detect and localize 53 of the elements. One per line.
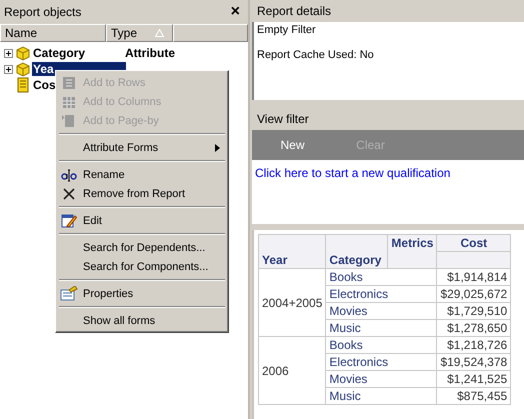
- cube-icon: [15, 45, 31, 61]
- metric-icon: [15, 77, 31, 93]
- column-header[interactable]: Type: [106, 24, 173, 42]
- edit-icon: [61, 213, 77, 228]
- properties-icon: [60, 286, 78, 301]
- row-header: Category: [326, 234, 388, 268]
- table-cell: $1,241,525: [436, 370, 511, 388]
- table-cell: $19,524,378: [436, 354, 511, 370]
- menu-item[interactable]: Rename: [58, 165, 226, 184]
- table-cell: 2006: [258, 336, 326, 404]
- table-cell: 2004+2005: [258, 268, 326, 336]
- cube-icon: [15, 61, 31, 77]
- table-cell: $29,025,672: [436, 286, 511, 302]
- menu-item[interactable]: Remove from Report: [58, 184, 226, 203]
- grid-icon: [62, 76, 76, 90]
- table-icon: [62, 94, 76, 108]
- toolbar-button[interactable]: New: [255, 138, 330, 152]
- menu-item[interactable]: Attribute Forms: [58, 138, 226, 157]
- menu-item[interactable]: Properties: [58, 284, 226, 303]
- table-cell: Movies: [326, 370, 437, 388]
- panel-title: View filter: [257, 112, 309, 126]
- panel-title: Report details: [257, 4, 332, 18]
- expand-icon[interactable]: [4, 64, 13, 74]
- menu-item[interactable]: Search for Dependents...: [58, 238, 226, 257]
- table-cell: Books: [326, 336, 437, 354]
- page-icon: [62, 114, 76, 128]
- table-cell: Electronics: [326, 354, 437, 370]
- table-cell: Books: [326, 268, 437, 286]
- close-icon: [63, 188, 75, 200]
- qualification-link[interactable]: Click here to start a new qualification: [255, 166, 450, 180]
- table-cell: $1,218,726: [436, 336, 511, 354]
- column-header[interactable]: Name: [0, 24, 106, 42]
- rename-icon: [61, 168, 77, 182]
- table-cell: Movies: [326, 302, 437, 320]
- menu-item[interactable]: Edit: [58, 211, 226, 230]
- table-cell: Music: [326, 388, 437, 404]
- details-text: Report Cache Used: No: [257, 49, 375, 61]
- tree-item[interactable]: Category Attribute: [32, 46, 190, 60]
- table-cell: Music: [326, 320, 437, 336]
- expand-icon[interactable]: [4, 48, 13, 58]
- table-cell: Electronics: [326, 286, 437, 302]
- table-cell: $1,278,650: [436, 320, 511, 336]
- column-header: Cost: [436, 234, 511, 252]
- table-cell: $1,729,510: [436, 302, 511, 320]
- details-text: Empty Filter: [257, 24, 317, 36]
- table-cell: $875,455: [436, 388, 511, 404]
- menu-item[interactable]: Search for Components...: [58, 257, 226, 276]
- table-cell: $1,914,814: [436, 268, 511, 286]
- row-header: Year: [258, 234, 326, 268]
- close-button[interactable]: ×: [226, 4, 244, 20]
- metrics-header: Metrics: [388, 234, 437, 268]
- panel-title: Report objects: [4, 5, 82, 19]
- menu-item[interactable]: Show all forms: [58, 311, 226, 330]
